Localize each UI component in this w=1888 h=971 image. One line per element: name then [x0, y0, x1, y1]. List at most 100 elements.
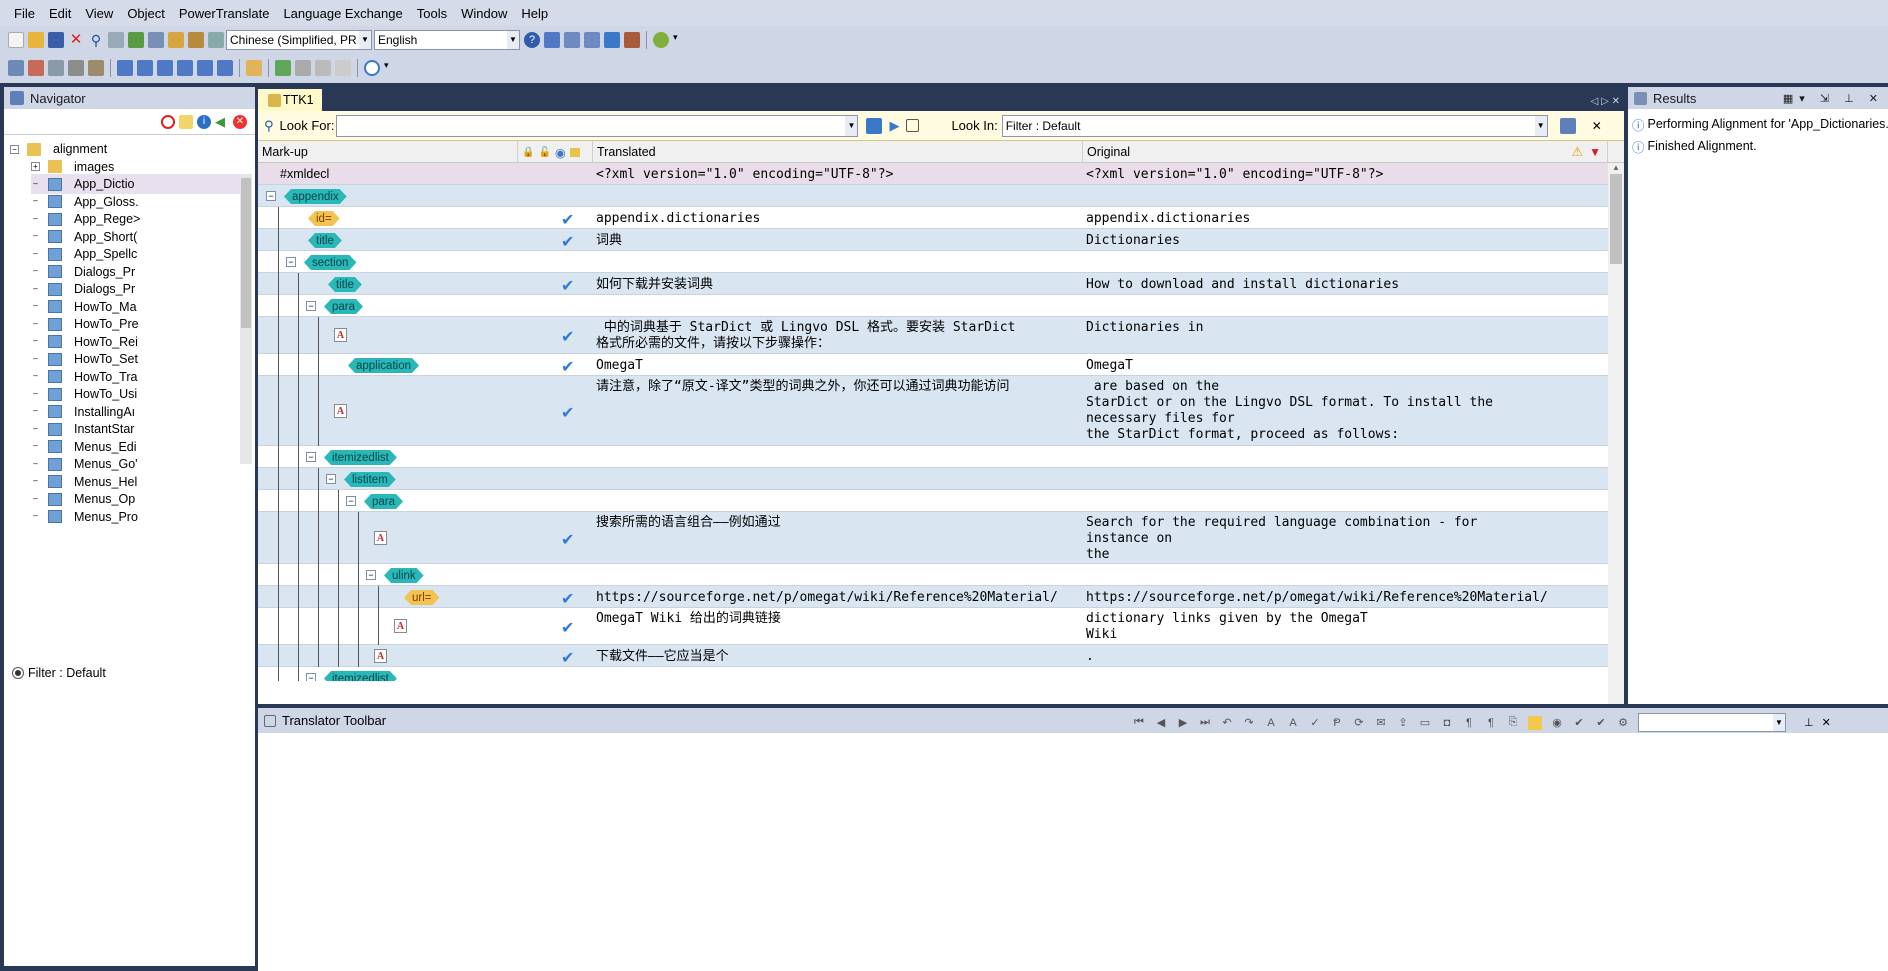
align-icon[interactable]	[117, 60, 133, 76]
segment-row[interactable]: A ✔ 请注意，除了“原文-译文”类型的词典之外，你还可以通过词典功能访问 are …	[258, 376, 1608, 446]
menu-help[interactable]: Help	[521, 6, 548, 21]
element-tag[interactable]: itemizedlist	[324, 671, 397, 681]
translated-cell[interactable]: 请注意，除了“原文-译文”类型的词典之外，你还可以通过词典功能访问	[596, 379, 1009, 395]
menu-view[interactable]: View	[85, 6, 113, 21]
new-file-icon[interactable]	[8, 31, 24, 48]
translated-cell[interactable]: <?xml version="1.0" encoding="UTF-8"?>	[596, 167, 893, 183]
font-decrease-icon[interactable]: A	[1264, 716, 1278, 730]
link-icon[interactable]	[295, 60, 311, 76]
grid-scrollbar[interactable]: ▲	[1608, 163, 1624, 704]
segment-row[interactable]: A ✔ 中的词典基于 StarDict 或 Lingvo DSL 格式。要安装 S…	[258, 317, 1608, 354]
play-icon[interactable]: ▶	[886, 118, 902, 134]
redo-icon[interactable]: ↷	[1242, 716, 1256, 730]
segment-row[interactable]: − appendix	[258, 185, 1608, 207]
segment-row[interactable]: − itemizedlist	[258, 446, 1608, 468]
remove-icon[interactable]	[217, 60, 233, 76]
segment-row[interactable]: title ✔ 词典 Dictionaries	[258, 229, 1608, 251]
search-icon[interactable]: ⚲	[88, 32, 104, 48]
segment-row[interactable]: A ✔ OmegaT Wiki 给出的词典链接 dictionary links gi…	[258, 608, 1608, 645]
source-language-select[interactable]: Chinese (Simplified, PR ▼	[226, 29, 372, 50]
export-icon[interactable]: ⇪	[1396, 716, 1410, 730]
segment-row[interactable]: − section	[258, 251, 1608, 273]
view-mode-icon[interactable]	[544, 31, 560, 48]
element-tag[interactable]: appendix	[284, 189, 347, 204]
column-original[interactable]: Original ⚠ ▼	[1083, 141, 1608, 163]
segment-row[interactable]: − listitem	[258, 468, 1608, 490]
element-tag[interactable]: itemizedlist	[324, 450, 397, 465]
validate-icon[interactable]	[653, 31, 669, 48]
tools-icon[interactable]: ⚙	[1616, 716, 1630, 730]
attribute-tag[interactable]: id=	[308, 211, 340, 226]
more-icon[interactable]: ▾	[673, 32, 689, 48]
chevron-down-icon[interactable]: ▼	[507, 30, 519, 49]
collapse-icon[interactable]: −	[326, 474, 336, 484]
undo-icon[interactable]: ↶	[1220, 716, 1234, 730]
element-tag[interactable]: listitem	[344, 472, 396, 487]
chevron-down-icon[interactable]: ▼	[1773, 714, 1785, 731]
format-icon[interactable]: Ᵽ	[1330, 716, 1344, 730]
radio-icon[interactable]	[12, 667, 24, 679]
segment-row[interactable]: − para	[258, 490, 1608, 512]
collapse-icon[interactable]: −	[10, 144, 19, 154]
expand-icon[interactable]: +	[31, 162, 40, 171]
paragraph-marks-icon[interactable]: ¶	[1462, 716, 1476, 730]
column-markup[interactable]: Mark-up	[258, 141, 518, 163]
menu-window[interactable]: Window	[461, 6, 507, 21]
translated-cell[interactable]: appendix.dictionaries	[596, 211, 760, 227]
font-increase-icon[interactable]: A	[1286, 716, 1300, 730]
add-icon[interactable]	[275, 60, 291, 76]
copy-icon[interactable]	[168, 31, 184, 48]
translator-toolbar-combo[interactable]: ▼	[1638, 713, 1786, 732]
confirm-next-icon[interactable]: ✔	[1594, 716, 1608, 730]
settings-icon[interactable]	[208, 31, 224, 48]
collapse-icon[interactable]: −	[306, 301, 316, 311]
chevron-down-icon[interactable]: ▼	[1534, 115, 1547, 136]
translated-cell[interactable]: 搜索所需的语言组合——例如通过	[596, 515, 781, 531]
menu-object[interactable]: Object	[127, 6, 165, 21]
navigator-scrollbar[interactable]	[240, 174, 252, 464]
review-icon[interactable]: ◉	[1550, 716, 1564, 730]
element-tag[interactable]: title	[308, 233, 342, 248]
undo-translation-icon[interactable]	[28, 60, 44, 76]
spellcheck-icon[interactable]: ✓	[1308, 716, 1322, 730]
delete-icon[interactable]: ✕	[233, 114, 247, 129]
paste-icon[interactable]	[188, 31, 204, 48]
refresh-icon[interactable]: ⟳	[1352, 716, 1366, 730]
help-icon[interactable]: ?	[524, 31, 540, 48]
collapse-icon[interactable]: −	[306, 673, 316, 681]
collapse-icon[interactable]: −	[286, 257, 296, 267]
close-search-icon[interactable]: ✕	[1592, 119, 1602, 133]
segment-icon[interactable]	[88, 60, 104, 76]
panel-window-controls[interactable]: ⊥✕	[1804, 716, 1839, 729]
join-icon[interactable]	[137, 60, 153, 76]
menu-powertranslate[interactable]: PowerTranslate	[179, 6, 270, 21]
look-in-select[interactable]: Filter : Default ▼	[1001, 114, 1548, 137]
segment-row[interactable]: − para	[258, 295, 1608, 317]
translated-cell[interactable]: 下载文件——它应当是个	[596, 649, 729, 665]
paragraph-icon[interactable]: ¶	[1484, 716, 1498, 730]
tab-ttk1[interactable]: TTK1	[258, 89, 322, 111]
menu-language-exchange[interactable]: Language Exchange	[283, 6, 402, 21]
collapse-icon[interactable]: −	[366, 570, 376, 580]
next-segment-icon[interactable]: ▶	[1176, 716, 1190, 730]
target-language-select[interactable]: English ▼	[374, 29, 520, 50]
element-tag[interactable]: title	[328, 277, 362, 292]
segment-row[interactable]: application ✔ OmegaT OmegaT	[258, 354, 1608, 376]
lock-icon[interactable]	[68, 60, 84, 76]
scroll-up-icon[interactable]: ▲	[1608, 163, 1624, 172]
open-folder-icon[interactable]	[28, 31, 44, 48]
window-icon[interactable]	[584, 31, 600, 48]
export-icon[interactable]	[148, 31, 164, 48]
preview-icon[interactable]: ▭	[1418, 716, 1432, 730]
pretranslate-icon[interactable]	[8, 60, 24, 76]
import-icon[interactable]	[128, 31, 144, 48]
column-translated[interactable]: Translated	[593, 141, 1083, 163]
segment-row[interactable]: − itemizedlist	[258, 667, 1608, 681]
camera-icon[interactable]: ◘	[1440, 716, 1454, 730]
element-tag[interactable]: para	[324, 299, 363, 314]
menu-file[interactable]: File	[14, 6, 35, 21]
reset-icon[interactable]	[335, 60, 351, 76]
back-arrow-icon[interactable]: ◀	[215, 114, 229, 129]
look-for-input[interactable]: ▼	[336, 114, 859, 137]
properties-icon[interactable]	[108, 31, 124, 48]
